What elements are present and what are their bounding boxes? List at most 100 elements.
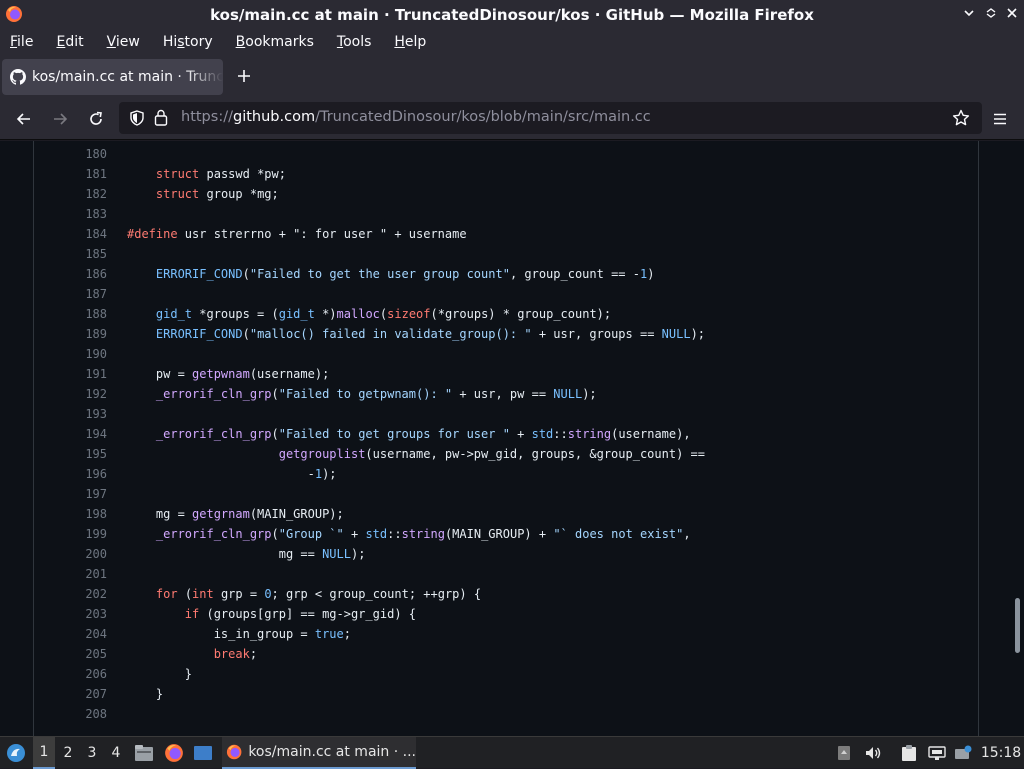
line-number[interactable]: 205 xyxy=(74,644,107,664)
menu-file[interactable]: File xyxy=(10,34,33,50)
line-number[interactable]: 184 xyxy=(74,224,107,244)
tray-network[interactable] xyxy=(926,737,948,769)
line-number[interactable]: 204 xyxy=(74,624,107,644)
code-lines: 179 bool is_in_group = false;180181 stru… xyxy=(34,141,974,724)
maximize-button[interactable] xyxy=(984,6,998,22)
monitor-icon xyxy=(955,745,972,759)
code-text: struct passwd *pw; xyxy=(155,167,286,181)
code-text: } xyxy=(127,667,193,681)
code-text: ERRORIF_COND("Failed to get the user gro… xyxy=(155,267,655,281)
navigation-toolbar: https://github.com/TruncatedDinosour/kos… xyxy=(0,98,1024,140)
line-number[interactable]: 193 xyxy=(74,404,107,424)
code-text: pw = getpwnam(username); xyxy=(127,367,330,381)
line-number[interactable]: 186 xyxy=(74,264,107,284)
firefox-icon xyxy=(226,744,242,760)
code-line: 206 } xyxy=(34,664,974,684)
start-menu-button[interactable] xyxy=(4,737,28,769)
app-menu-button[interactable] xyxy=(988,107,1012,131)
menu-edit[interactable]: Edit xyxy=(56,34,83,50)
code-line: 186 ERRORIF_COND("Failed to get the user… xyxy=(34,264,974,284)
line-number[interactable]: 191 xyxy=(74,364,107,384)
code-text: getgrouplist(username, pw->pw_gid, group… xyxy=(278,447,705,461)
distro-logo-icon xyxy=(7,744,25,762)
line-number[interactable]: 203 xyxy=(74,604,107,624)
menu-bookmarks[interactable]: Bookmarks xyxy=(236,34,314,50)
hamburger-menu-icon xyxy=(994,113,1006,125)
code-line: 188 gid_t *groups = (gid_t *)malloc(size… xyxy=(34,304,974,324)
line-number[interactable]: 185 xyxy=(74,244,107,264)
page-scrollbar-thumb[interactable] xyxy=(1015,598,1020,653)
code-text: _errorif_cln_grp("Group `" + std::string… xyxy=(155,527,691,541)
line-number[interactable]: 182 xyxy=(74,184,107,204)
taskbar-window-firefox[interactable]: kos/main.cc at main · ... xyxy=(222,737,416,769)
back-button[interactable] xyxy=(12,107,36,131)
desktop-launcher[interactable] xyxy=(192,737,214,769)
workspace-1[interactable]: 1 xyxy=(33,737,55,769)
tray-clipboard[interactable] xyxy=(898,737,920,769)
line-number[interactable]: 180 xyxy=(74,144,107,164)
menu-view[interactable]: View xyxy=(107,34,140,50)
line-number[interactable]: 188 xyxy=(74,304,107,324)
menu-tools[interactable]: Tools xyxy=(337,34,372,50)
line-number[interactable]: 207 xyxy=(74,684,107,704)
code-line: 196 -1); xyxy=(34,464,974,484)
taskbar: 1 2 3 4 kos/main.cc at main · ... 15:18 xyxy=(0,736,1024,769)
code-text: ERRORIF_COND("malloc() failed in validat… xyxy=(155,327,706,341)
code-line: 198 mg = getgrnam(MAIN_GROUP); xyxy=(34,504,974,524)
line-number[interactable]: 198 xyxy=(74,504,107,524)
line-number[interactable]: 199 xyxy=(74,524,107,544)
code-line: 193 xyxy=(34,404,974,424)
line-number[interactable]: 196 xyxy=(74,464,107,484)
code-line: 180 xyxy=(34,144,974,164)
line-number[interactable]: 201 xyxy=(74,564,107,584)
tray-volume[interactable] xyxy=(862,737,884,769)
minimize-icon xyxy=(964,10,974,17)
menu-bar: File Edit View History Bookmarks Tools H… xyxy=(0,29,1024,54)
line-number[interactable]: 192 xyxy=(74,384,107,404)
tray-updates[interactable] xyxy=(834,737,854,769)
firefox-launcher[interactable] xyxy=(163,737,185,769)
code-text: mg = getgrnam(MAIN_GROUP); xyxy=(127,507,344,521)
line-number[interactable]: 206 xyxy=(74,664,107,684)
code-line: 207 } xyxy=(34,684,974,704)
line-number[interactable]: 202 xyxy=(74,584,107,604)
line-number[interactable]: 197 xyxy=(74,484,107,504)
plus-icon xyxy=(238,70,250,82)
file-manager-launcher[interactable] xyxy=(133,737,155,769)
code-text: } xyxy=(127,687,164,701)
bookmark-star-icon[interactable] xyxy=(952,109,970,127)
menu-help[interactable]: Help xyxy=(394,34,426,50)
code-text: _errorif_cln_grp("Failed to get groups f… xyxy=(155,427,691,441)
menu-history[interactable]: History xyxy=(163,34,213,50)
workspace-3[interactable]: 3 xyxy=(81,737,103,769)
workspace-4[interactable]: 4 xyxy=(105,737,127,769)
window-titlebar: kos/main.cc at main · TruncatedDinosour/… xyxy=(0,0,1024,29)
new-tab-button[interactable] xyxy=(232,67,256,91)
reload-button[interactable] xyxy=(84,107,108,131)
line-number[interactable]: 190 xyxy=(74,344,107,364)
arrow-right-icon xyxy=(54,113,68,125)
line-number[interactable]: 189 xyxy=(74,324,107,344)
minimize-button[interactable] xyxy=(962,6,976,22)
code-line: 195 getgrouplist(username, pw->pw_gid, g… xyxy=(34,444,974,464)
line-number[interactable]: 208 xyxy=(74,704,107,724)
line-number[interactable]: 181 xyxy=(74,164,107,184)
line-number[interactable]: 187 xyxy=(74,284,107,304)
code-line: 189 ERRORIF_COND("malloc() failed in val… xyxy=(34,324,974,344)
code-line: 200 mg == NULL); xyxy=(34,544,974,564)
forward-button[interactable] xyxy=(48,107,72,131)
tray-display[interactable] xyxy=(952,737,974,769)
line-number[interactable]: 183 xyxy=(74,204,107,224)
line-number[interactable]: 194 xyxy=(74,424,107,444)
url-bar[interactable]: https://github.com/TruncatedDinosour/kos… xyxy=(119,102,982,134)
code-line: 201 xyxy=(34,564,974,584)
line-number[interactable]: 200 xyxy=(74,544,107,564)
code-line: 208 xyxy=(34,704,974,724)
code-text: gid_t *groups = (gid_t *)malloc(sizeof(*… xyxy=(155,307,612,321)
window-title: kos/main.cc at main · TruncatedDinosour/… xyxy=(210,5,814,24)
close-icon xyxy=(1007,8,1017,18)
tab-github-main-cc[interactable]: kos/main.cc at main · TruncatedDinosour/… xyxy=(2,59,223,95)
line-number[interactable]: 195 xyxy=(74,444,107,464)
workspace-2[interactable]: 2 xyxy=(57,737,79,769)
close-button[interactable] xyxy=(1005,6,1019,22)
